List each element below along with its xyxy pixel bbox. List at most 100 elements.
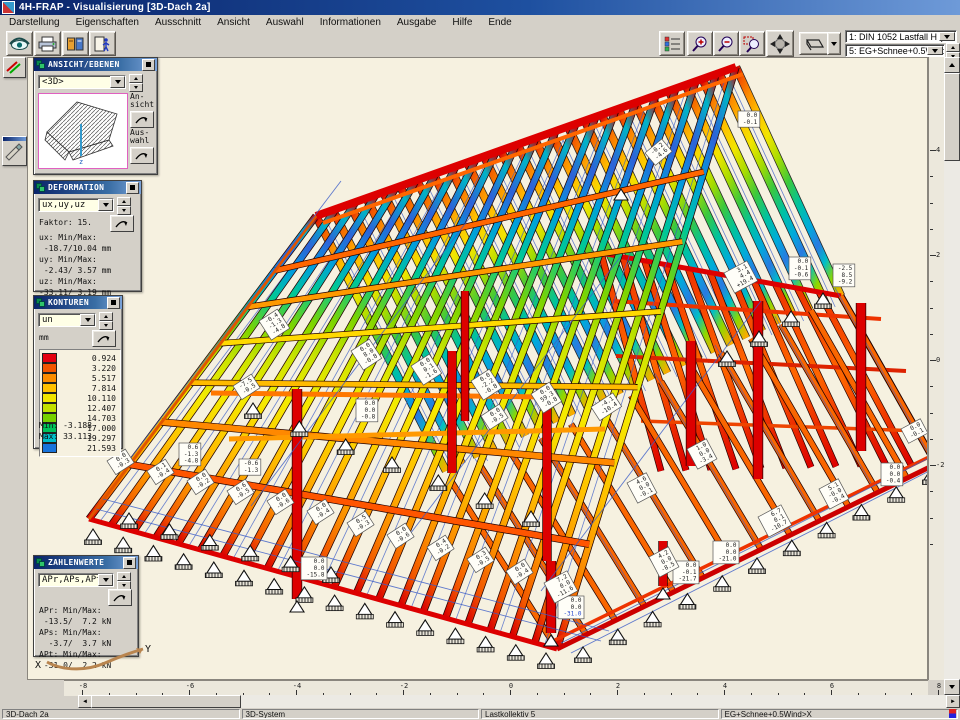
view-selector-dropdown-icon[interactable] [110, 76, 125, 88]
scroll-up-icon[interactable] [944, 57, 960, 73]
value-label: 0.0-0.1-0.6 [789, 257, 811, 280]
status-corner-icon [949, 709, 956, 718]
value-label: -2.58.5-9.2 [833, 264, 855, 287]
konturen-apply-button[interactable] [92, 330, 116, 347]
view-3d-dropdown[interactable] [827, 32, 841, 55]
zahlenwerte-apply-button[interactable] [108, 589, 132, 606]
view-selector-spinner[interactable] [129, 74, 143, 92]
view-eye-button[interactable] [6, 31, 33, 56]
konturen-dropdown-icon[interactable] [80, 314, 95, 326]
support-triangle-icon [387, 612, 404, 628]
load-collective-dropdown-icon[interactable] [927, 46, 943, 55]
deformation-dropdown-icon[interactable] [98, 199, 113, 211]
status-cell-0: 3D-Dach 2a [2, 709, 240, 719]
panel-ansicht-ebenen[interactable]: ANSICHT/EBENEN <3D> z [33, 57, 158, 175]
zahlenwerte-combo[interactable]: APr,APs,APt [38, 573, 114, 587]
zoom-window-button[interactable] [739, 31, 765, 56]
manual-button[interactable] [62, 31, 89, 56]
pen-tool-window[interactable] [2, 136, 27, 166]
menu-item-informationen[interactable]: Informationen [319, 17, 382, 28]
vertical-scrollbar[interactable] [944, 57, 960, 695]
support-triangle-icon [236, 570, 253, 586]
eye-icon [9, 36, 30, 51]
ansicht-label: An-sicht [130, 93, 154, 109]
deformation-apply-button[interactable] [110, 215, 134, 232]
menu-item-ansicht[interactable]: Ansicht [216, 17, 251, 28]
panel-close-icon[interactable] [123, 557, 136, 569]
zoom-in-button[interactable] [687, 31, 713, 56]
menu-item-eigenschaften[interactable]: Eigenschaften [75, 17, 140, 28]
load-collective-combo[interactable]: 5: EG+Schnee+0.5Wind>X [845, 44, 945, 57]
panel-konturen-titlebar[interactable]: KONTUREN [34, 296, 122, 309]
hruler-label: 4 [718, 682, 732, 690]
panel-close-icon[interactable] [126, 182, 139, 194]
exit-button[interactable] [89, 31, 116, 56]
vruler-label: 2 [936, 251, 940, 259]
print-button[interactable] [34, 31, 61, 56]
scroll-down-icon[interactable] [944, 679, 960, 695]
panel-icon [36, 298, 45, 307]
panel-konturen[interactable]: KONTUREN un mm 0.9243.2205.5177.81410.11… [33, 295, 123, 449]
zoom-out-button[interactable] [713, 31, 739, 56]
horizontal-scroll-thumb[interactable] [91, 695, 241, 708]
svg-text:-0.8: -0.8 [361, 413, 376, 420]
konturen-combo[interactable]: un [38, 313, 96, 327]
panel-zahlenwerte-titlebar[interactable]: ZAHLENWERTE [34, 556, 138, 569]
deformation-combo[interactable]: ux,uy,uz [38, 198, 114, 212]
auswahl-apply-button[interactable] [130, 147, 154, 164]
panel-close-icon[interactable] [142, 59, 155, 71]
support-triangle-icon [121, 513, 138, 529]
redline-tool-button[interactable] [3, 57, 26, 78]
view-selector-combo[interactable]: <3D> [38, 75, 126, 89]
panel-close-icon[interactable] [107, 297, 120, 309]
support-triangle-icon [714, 576, 731, 592]
title-bar: 4H-FRAP - Visualisierung [3D-Dach 2a] [0, 0, 960, 15]
menu-item-ende[interactable]: Ende [487, 17, 512, 28]
horizontal-scrollbar[interactable]: ◄ ► [78, 695, 960, 708]
deformation-combo-value: ux,uy,uz [42, 200, 85, 210]
support-triangle-icon [538, 653, 555, 669]
minmax-value: -13.5/ 7.2 kN [39, 616, 111, 627]
legend-value: 3.220 [61, 364, 118, 373]
view-3d-button[interactable] [799, 32, 829, 55]
deformation-spinner[interactable] [117, 197, 131, 215]
support-triangle-icon [417, 620, 434, 636]
window-title: 4H-FRAP - Visualisierung [3D-Dach 2a] [19, 2, 211, 13]
menu-item-auswahl[interactable]: Auswahl [265, 17, 305, 28]
konturen-spinner[interactable] [99, 312, 113, 330]
zahlenwerte-spinner[interactable] [117, 572, 131, 590]
display-options-button[interactable] [659, 31, 685, 56]
view-preview-thumbnail[interactable]: z [38, 93, 128, 169]
hruler-label: -2 [397, 682, 411, 690]
model-viewport[interactable]: 0.00.0-15.80.00.0-31.00.0-0.1-21.7-2.58.… [27, 57, 928, 680]
legend-value: 7.814 [61, 384, 118, 393]
minmax-label: uy: Min/Max: [39, 254, 111, 265]
panel-ansicht-titlebar[interactable]: ANSICHT/EBENEN [34, 58, 157, 71]
vertical-scroll-thumb[interactable] [944, 73, 960, 161]
menu-item-darstellung[interactable]: Darstellung [8, 17, 61, 28]
panel-deformation[interactable]: DEFORMATION ux,uy,uz Faktor: 15. ux: Min… [33, 180, 142, 292]
scroll-right-icon[interactable]: ► [946, 695, 960, 708]
minmax-label: ux: Min/Max: [39, 232, 111, 243]
menu-item-hilfe[interactable]: Hilfe [451, 17, 473, 28]
legend-row: 10.110 [42, 393, 118, 403]
deformation-faktor: Faktor: 15. [39, 218, 92, 227]
svg-text:-0.4: -0.4 [886, 477, 901, 484]
application-window: 4H-FRAP - Visualisierung [3D-Dach 2a] Da… [0, 0, 960, 720]
scroll-left-icon[interactable]: ◄ [78, 695, 92, 708]
load-case-combo[interactable]: 1: DIN 1052 Lastfall H (Th. 1. Or [845, 30, 957, 43]
menu-item-ausschnitt[interactable]: Ausschnitt [154, 17, 202, 28]
ansicht-apply-button[interactable] [130, 111, 154, 128]
svg-text:-0.6: -0.6 [794, 271, 809, 278]
legend-row: 0.924 [42, 353, 118, 363]
menu-item-ausgabe[interactable]: Ausgabe [396, 17, 437, 28]
load-case-dropdown-icon[interactable] [939, 32, 955, 41]
legend-row: 21.593 [42, 443, 118, 453]
panel-ansicht-title: ANSICHT/EBENEN [48, 60, 139, 69]
legend-swatch [42, 373, 57, 383]
panel-deformation-titlebar[interactable]: DEFORMATION [34, 181, 141, 194]
legend-row: 12.407 [42, 403, 118, 413]
pan-button[interactable] [766, 30, 794, 57]
auswahl-label: Aus-wahl [130, 129, 149, 145]
zahlenwerte-dropdown-icon[interactable] [98, 574, 113, 586]
